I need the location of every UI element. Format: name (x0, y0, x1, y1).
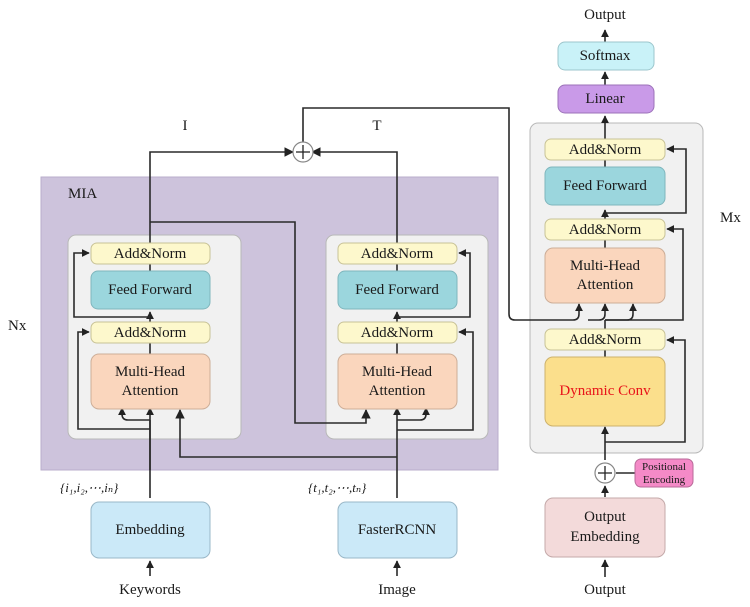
top-output-label: Output (584, 7, 627, 23)
left-mha-label-2: Attention (122, 383, 179, 399)
fasterrcnn-label: FasterRCNN (358, 522, 437, 538)
right-add-norm-bottom-label: Add&Norm (361, 325, 434, 341)
output-embedding-label-2: Embedding (570, 529, 640, 545)
image-sequence-label: {t₁,t₂,⋯,tₙ} (308, 480, 367, 495)
linear-label: Linear (585, 91, 624, 107)
decoder-mha-label-2: Attention (577, 277, 634, 293)
mia-label: MIA (68, 186, 97, 202)
output-input-label: Output (584, 582, 627, 598)
right-mha-label-2: Attention (369, 383, 426, 399)
left-add-norm-bottom-label: Add&Norm (114, 325, 187, 341)
right-mha-label-1: Multi-Head (362, 364, 432, 380)
right-add-norm-top-label: Add&Norm (361, 246, 434, 262)
decoder-multi-head-attention (544, 247, 666, 304)
architecture-diagram: MIA Nx Mx I T Add&Norm Feed Forward Add&… (8, 7, 741, 598)
decoder-feed-forward-label: Feed Forward (563, 178, 647, 194)
i-branch-label: I (183, 118, 188, 134)
decoder-add-norm-2-label: Add&Norm (569, 222, 642, 238)
keywords-input-label: Keywords (119, 582, 181, 598)
t-branch-label: T (372, 118, 381, 134)
left-multi-head-attention (90, 353, 211, 410)
left-mha-label-1: Multi-Head (115, 364, 185, 380)
decoder-add-norm-1-label: Add&Norm (569, 142, 642, 158)
right-multi-head-attention (337, 353, 458, 410)
positional-label-2: Encoding (643, 474, 686, 486)
embedding-label: Embedding (115, 522, 185, 538)
softmax-label: Softmax (580, 48, 631, 64)
decoder-add-norm-3-label: Add&Norm (569, 332, 642, 348)
dynamic-conv-label: Dynamic Conv (559, 383, 651, 399)
left-add-norm-top-label: Add&Norm (114, 246, 187, 262)
image-input-label: Image (378, 582, 416, 598)
output-embedding-label-1: Output (584, 509, 627, 525)
mx-label: Mx (720, 210, 741, 226)
left-feed-forward-label: Feed Forward (108, 282, 192, 298)
right-feed-forward-label: Feed Forward (355, 282, 439, 298)
positional-label-1: Positional (642, 461, 686, 473)
decoder-mha-label-1: Multi-Head (570, 258, 640, 274)
output-embedding-box (544, 497, 666, 558)
keyword-sequence-label: {i₁,i₂,⋯,iₙ} (60, 480, 119, 495)
nx-label: Nx (8, 318, 27, 334)
